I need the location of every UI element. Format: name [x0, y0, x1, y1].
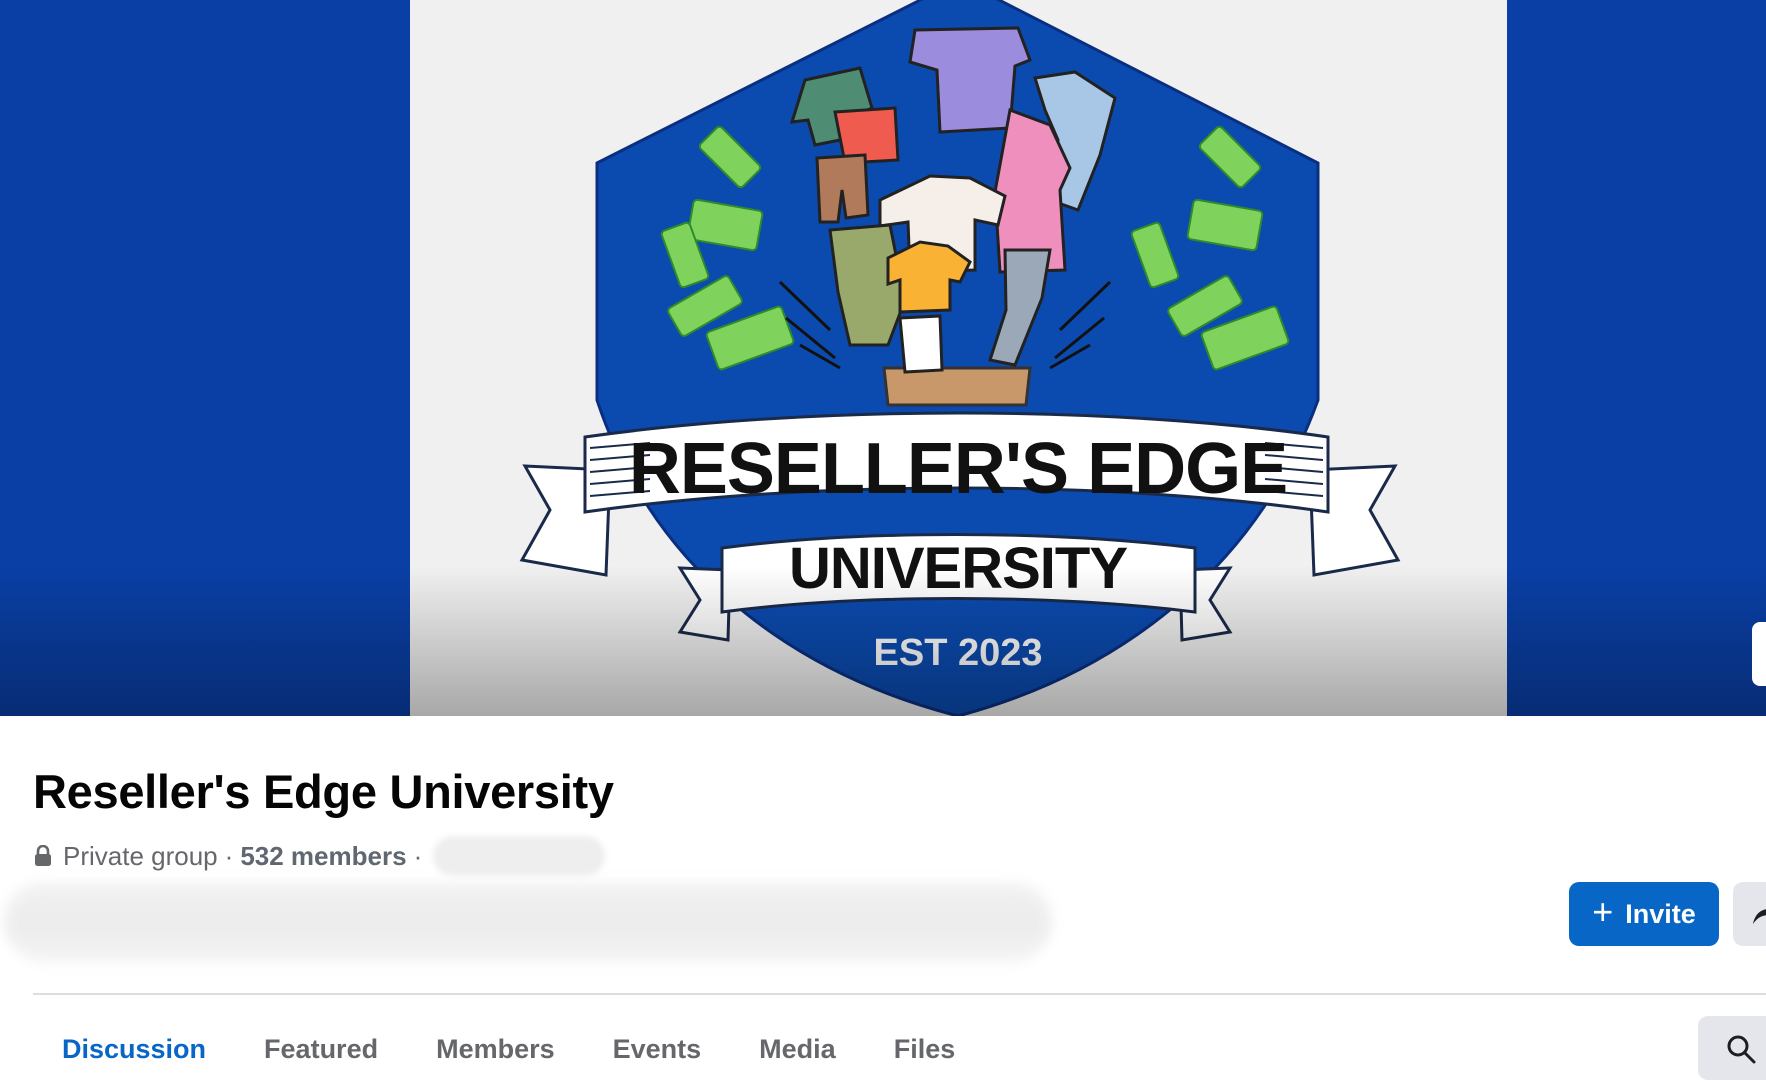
invite-label: Invite	[1625, 898, 1696, 929]
plus-icon: +	[1592, 891, 1614, 932]
tab-members[interactable]: Members	[407, 1010, 584, 1080]
logo-subtitle: UNIVERSITY	[789, 536, 1127, 601]
group-meta: Private group · 532 members ·	[33, 836, 606, 876]
share-button[interactable]	[1733, 882, 1766, 946]
share-icon	[1753, 909, 1766, 924]
invite-button[interactable]: + Invite	[1569, 882, 1719, 946]
edit-cover-button[interactable]	[1752, 622, 1766, 686]
logo-title: RESELLER'S EDGE	[629, 429, 1287, 509]
logo-est: EST 2023	[874, 632, 1043, 674]
group-name[interactable]: Reseller's Edge University	[33, 764, 614, 819]
search-button[interactable]	[1698, 1016, 1766, 1080]
search-icon	[1727, 1035, 1756, 1064]
group-tabs: Discussion Featured Members Events Media…	[33, 1010, 984, 1080]
tab-media[interactable]: Media	[730, 1010, 865, 1080]
tab-featured[interactable]: Featured	[235, 1010, 407, 1080]
header-divider	[33, 993, 1766, 995]
lock-icon	[35, 845, 51, 866]
tab-discussion[interactable]: Discussion	[33, 1010, 235, 1080]
member-count[interactable]: 532 members	[240, 841, 406, 872]
tab-events[interactable]: Events	[584, 1010, 731, 1080]
privacy-label: Private group	[63, 840, 218, 871]
cover-photo[interactable]: RESELLER'S EDGE UNIVERSITY EST 2023	[410, 0, 1507, 716]
group-logo: RESELLER'S EDGE UNIVERSITY EST 2023	[519, 0, 1401, 716]
cover-banner: RESELLER'S EDGE UNIVERSITY EST 2023	[0, 0, 1766, 716]
redacted-info	[433, 836, 606, 876]
meta-separator: ·	[224, 840, 234, 871]
meta-separator: ·	[413, 840, 423, 871]
member-avatars-redacted	[4, 882, 1052, 962]
tab-files[interactable]: Files	[865, 1010, 985, 1080]
